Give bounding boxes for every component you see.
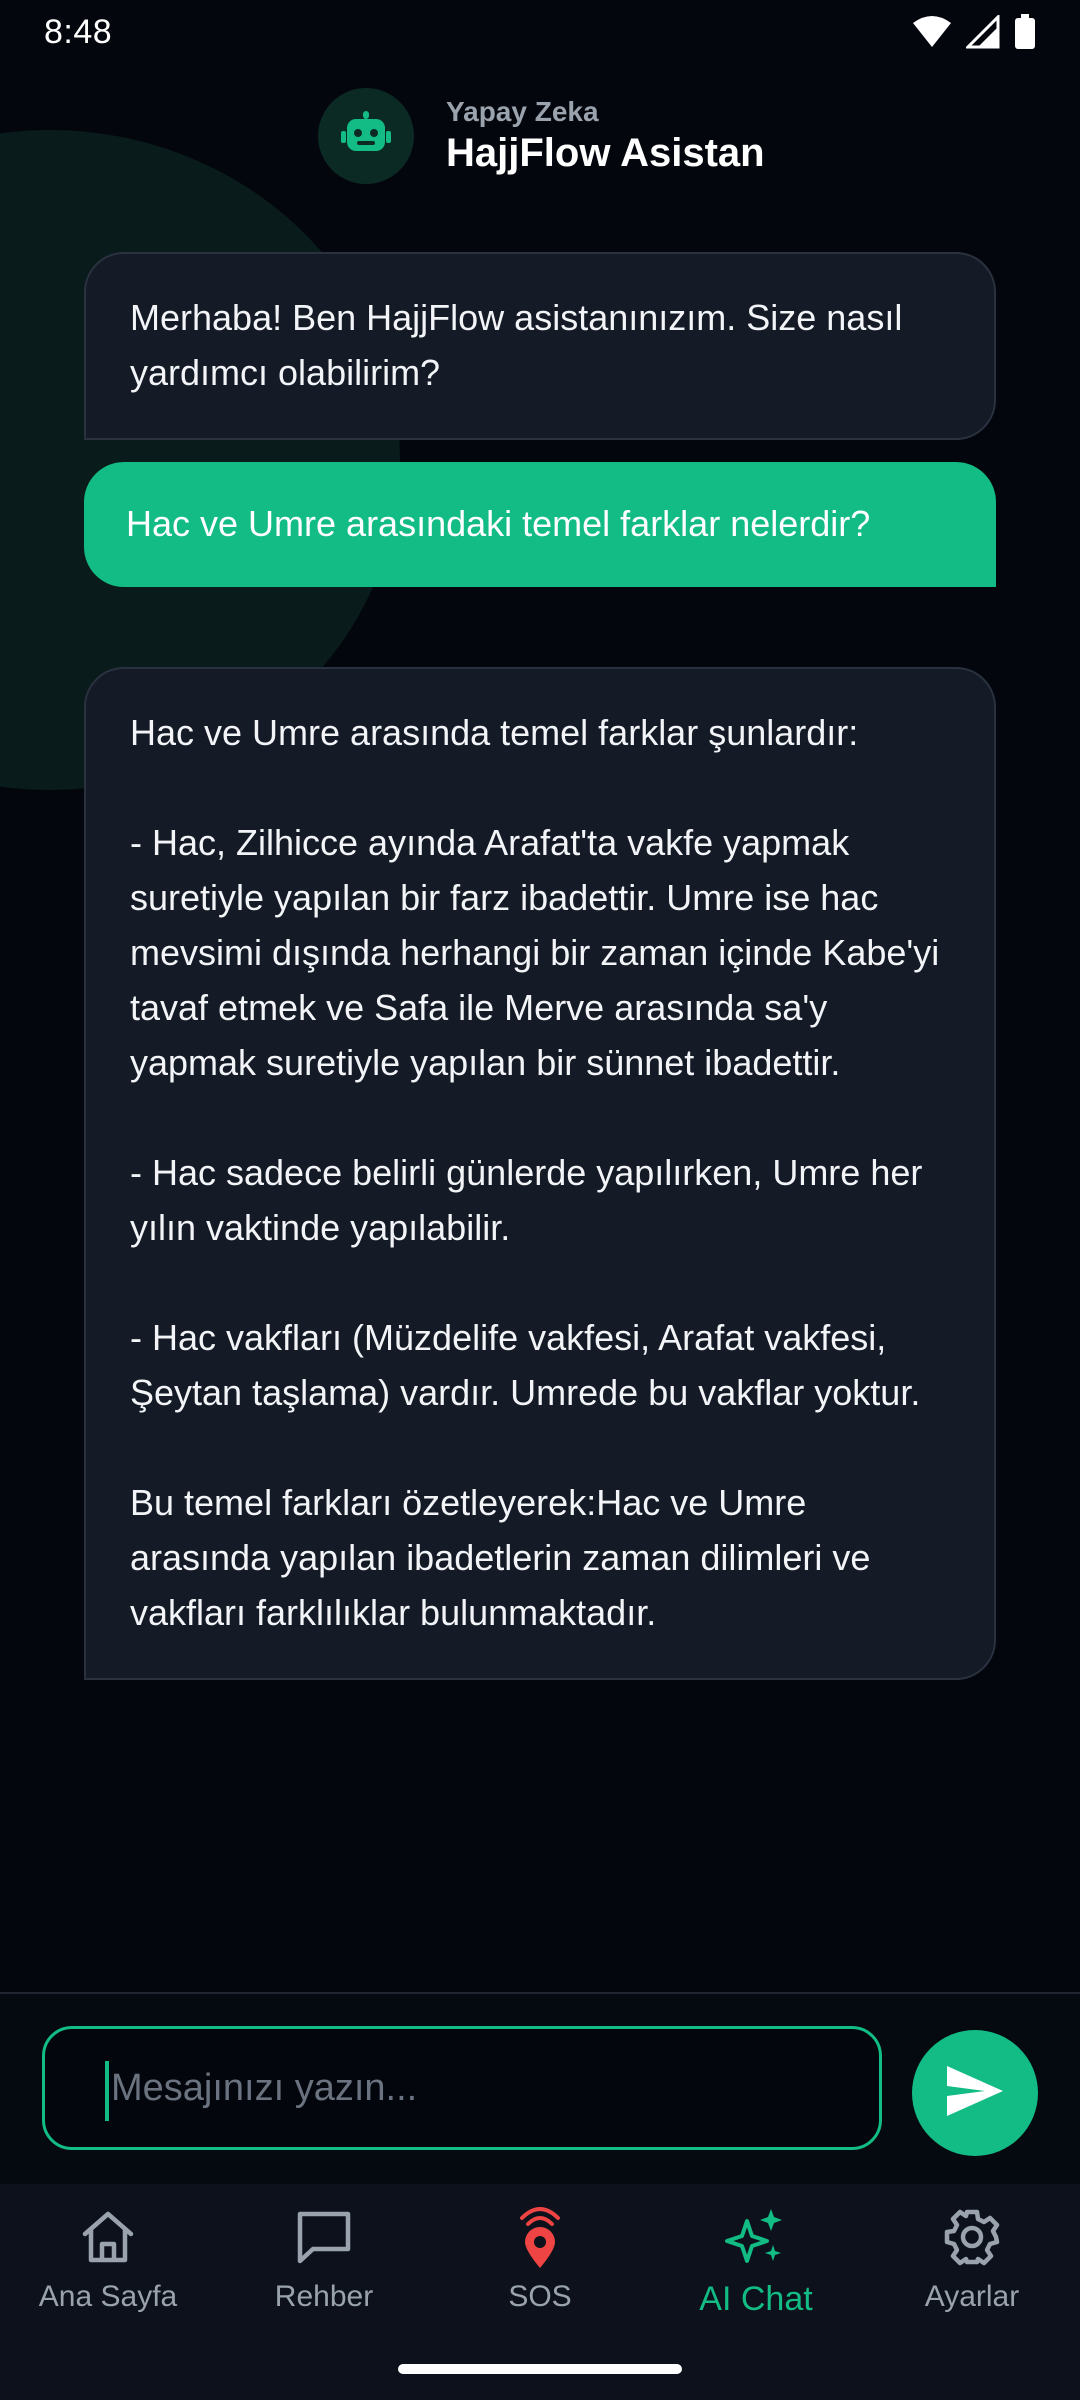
nav-label-guide: Rehber (274, 2280, 374, 2313)
message-list[interactable]: Merhaba! Ben HajjFlow asistanınızım. Siz… (84, 252, 996, 1792)
nav-label-settings: Ayarlar (924, 2280, 1020, 2313)
header-title: HajjFlow Asistan (446, 131, 765, 175)
header-subtitle: Yapay Zeka (446, 96, 599, 127)
bot-message-bubble: Hac ve Umre arasında temel farklar şunla… (84, 667, 996, 1680)
chat-bubble-icon (295, 2202, 353, 2272)
message-input-bar (0, 1992, 1080, 2184)
gear-icon (943, 2202, 1001, 2272)
chat-screen: 8:48 Yapay Zeka HajjFlow Asistan Merhaba… (0, 0, 1080, 2400)
nav-label-home: Ana Sayfa (38, 2280, 178, 2313)
send-button[interactable] (912, 2030, 1038, 2156)
nav-item-settings[interactable]: Ayarlar (864, 2184, 1080, 2400)
location-broadcast-icon (515, 2202, 565, 2272)
nav-item-home[interactable]: Ana Sayfa (0, 2184, 216, 2400)
chat-header: Yapay Zeka HajjFlow Asistan (318, 88, 765, 184)
status-icons (912, 14, 1036, 50)
status-bar: 8:48 (0, 0, 1080, 64)
bot-message-bubble: Merhaba! Ben HajjFlow asistanınızım. Siz… (84, 252, 996, 440)
assistant-avatar (318, 88, 414, 184)
message-input-container[interactable] (42, 2026, 882, 2150)
message-input[interactable] (105, 2029, 879, 2147)
nav-label-sos: SOS (508, 2280, 572, 2313)
signal-icon (966, 15, 1000, 49)
battery-icon (1014, 14, 1036, 50)
home-indicator[interactable] (398, 2364, 682, 2374)
sparkles-icon (725, 2202, 787, 2272)
nav-label-ai-chat: AI Chat (699, 2280, 813, 2318)
send-icon (945, 2064, 1005, 2123)
status-time: 8:48 (44, 12, 113, 51)
home-icon (80, 2202, 136, 2272)
robot-icon (341, 110, 391, 162)
text-caret (105, 2061, 109, 2121)
wifi-icon (912, 15, 952, 49)
user-message-bubble: Hac ve Umre arasındaki temel farklar nel… (84, 462, 996, 587)
header-texts: Yapay Zeka HajjFlow Asistan (446, 95, 765, 177)
